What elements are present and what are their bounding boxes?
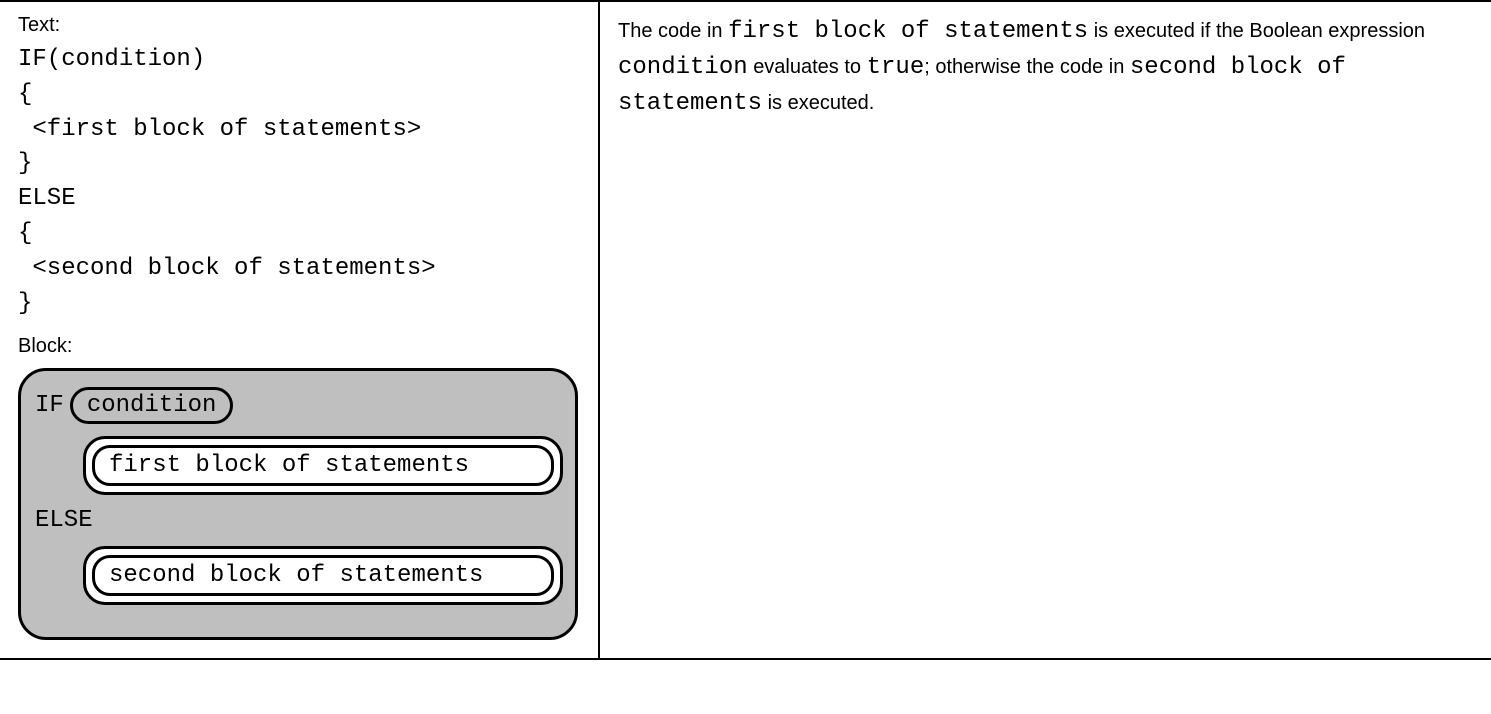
pseudocode-text: IF(condition) { <first block of statemen…	[18, 43, 580, 321]
desc-part: evaluates to	[753, 56, 866, 78]
right-column: The code in first block of statements is…	[600, 2, 1491, 658]
block-label: Block:	[18, 335, 580, 358]
block-diagram: IF condition first block of statements E…	[18, 368, 578, 640]
else-keyword: ELSE	[35, 507, 561, 534]
desc-mono: first block of statements	[728, 18, 1088, 45]
reference-row: Text: IF(condition) { <first block of st…	[0, 0, 1491, 660]
if-row: IF condition	[35, 387, 561, 424]
condition-pill: condition	[70, 387, 234, 424]
first-block-slot: first block of statements	[83, 436, 563, 495]
second-block-text: second block of statements	[92, 555, 554, 596]
desc-part: is executed.	[768, 92, 875, 114]
second-block-slot: second block of statements	[83, 546, 563, 605]
desc-mono: true	[867, 54, 925, 81]
desc-part: The code in	[618, 20, 728, 42]
desc-part: ; otherwise the code in	[924, 56, 1130, 78]
if-keyword: IF	[35, 392, 64, 419]
desc-part: is executed if the Boolean expression	[1094, 20, 1425, 42]
left-column: Text: IF(condition) { <first block of st…	[0, 2, 600, 658]
text-label: Text:	[18, 14, 580, 37]
description-paragraph: The code in first block of statements is…	[618, 14, 1473, 122]
desc-mono: condition	[618, 54, 748, 81]
first-block-text: first block of statements	[92, 445, 554, 486]
